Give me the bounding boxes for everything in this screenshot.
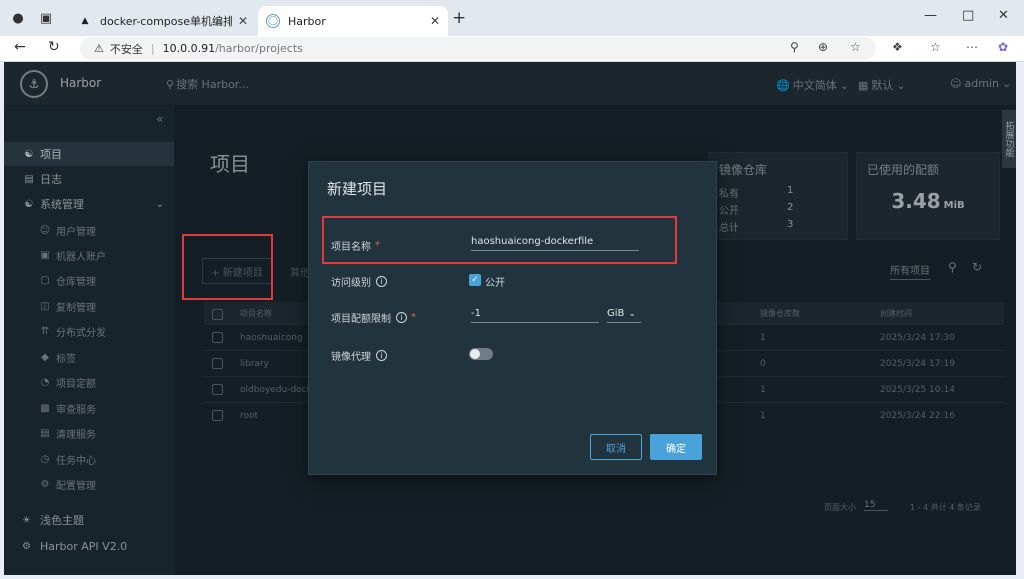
confirm-button[interactable]: 确定 [650, 434, 702, 460]
quota-limit-input[interactable]: -1 [471, 308, 599, 323]
browser-address-bar: ← ↻ ⚠ 不安全 | 10.0.0.91 /harbor/projects ⚲… [0, 36, 1024, 62]
chevron-down-icon: ⌄ [628, 309, 636, 319]
harbor-favicon-icon: ◯ [266, 14, 280, 28]
warning-icon: ⚠ [94, 42, 104, 55]
tab-title: Harbor [288, 14, 326, 28]
url-input[interactable]: ⚠ 不安全 | 10.0.0.91 /harbor/projects [80, 37, 876, 60]
info-icon[interactable]: i [376, 276, 387, 287]
info-icon[interactable]: i [376, 350, 387, 361]
tab-actions-icon[interactable]: ▣ [36, 8, 56, 28]
proxy-cache-toggle[interactable] [469, 348, 493, 360]
favorite-star-icon[interactable]: ☆ [850, 40, 861, 54]
harbor-app: ⚓ Harbor ⚲ 搜索 Harbor... 🌐 中文简体 ⌄ ▦ 默认 ⌄ … [4, 62, 1016, 575]
browser-tab-bar: ● ▣ ▲ docker-compose单机编排及企业 ✕ ◯ Harbor ✕… [0, 0, 1024, 36]
quota-unit-select[interactable]: GiB ⌄ [607, 308, 641, 323]
more-icon[interactable]: ⋯ [966, 40, 978, 54]
maximize-icon[interactable]: □ [962, 8, 974, 23]
highlight-project-name [322, 216, 677, 264]
url-host: 10.0.0.91 [162, 42, 216, 55]
tab-title: docker-compose单机编排及企业 [100, 15, 232, 28]
public-checkbox-label[interactable]: 公开 [485, 274, 505, 289]
minimize-icon[interactable]: — [924, 8, 937, 23]
close-icon[interactable]: ✕ [238, 14, 248, 28]
access-level-label: 访问级别 i [331, 274, 387, 289]
back-icon[interactable]: ← [14, 39, 26, 55]
reload-icon[interactable]: ↻ [48, 39, 60, 55]
copilot-icon[interactable]: ✿ [998, 40, 1008, 54]
required-marker: * [411, 312, 416, 323]
favorites-list-icon[interactable]: ☆ [930, 40, 941, 54]
security-label: 不安全 [109, 42, 143, 56]
info-icon[interactable]: i [396, 312, 407, 323]
browser-tab-harbor[interactable]: ◯ Harbor ✕ [258, 6, 448, 36]
dialog-title: 新建项目 [327, 180, 388, 198]
new-project-dialog: 新建项目 项目名称 * haoshuaicong-dockerfile 访问级别 i… [308, 161, 717, 475]
extensions-icon[interactable]: ❖ [892, 40, 903, 54]
highlight-new-project [182, 234, 273, 300]
window-close-icon[interactable]: ✕ [998, 8, 1009, 23]
url-path: /harbor/projects [215, 42, 303, 55]
close-icon[interactable]: ✕ [430, 14, 440, 28]
cancel-button[interactable]: 取消 [590, 434, 642, 460]
linux-penguin-icon: ▲ [81, 16, 89, 26]
key-icon[interactable]: ⚲ [790, 40, 799, 54]
divider: | [150, 42, 155, 55]
quota-limit-label: 项目配额限制 i * [331, 312, 416, 325]
public-checkbox[interactable]: ✓ [469, 274, 481, 286]
profile-icon[interactable]: ● [8, 8, 28, 28]
proxy-cache-label: 镜像代理 i [331, 348, 387, 363]
new-tab-icon[interactable]: + [452, 8, 466, 28]
browser-tab-docker[interactable]: ▲ docker-compose单机编排及企业 ✕ [70, 6, 256, 36]
zoom-icon[interactable]: ⊕ [818, 40, 828, 54]
toggle-knob [470, 349, 480, 359]
